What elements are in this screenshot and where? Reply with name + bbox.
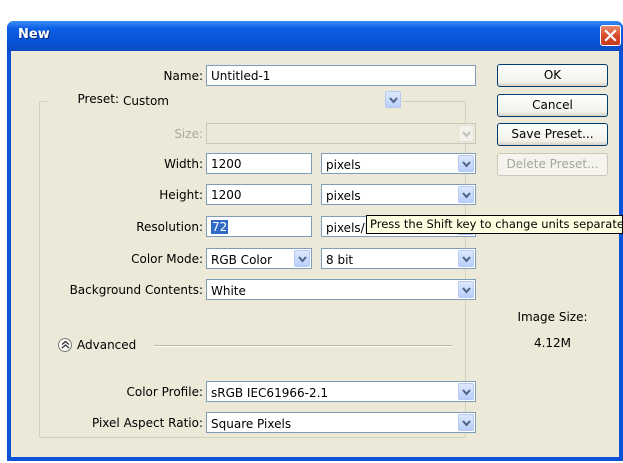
width-unit-dropdown[interactable]: pixels (321, 153, 476, 174)
ok-button[interactable]: OK (497, 64, 608, 87)
image-size-value: 4.12M (533, 336, 572, 350)
image-size-label: Image Size: (517, 310, 588, 324)
pixel-aspect-ratio-dropdown[interactable]: Square Pixels (206, 412, 476, 433)
delete-preset-button: Delete Preset... (497, 153, 608, 176)
preset-dropdown-button[interactable] (385, 91, 401, 108)
name-value: Untitled-1 (211, 69, 271, 83)
size-dropdown-button (458, 125, 474, 142)
background-contents-dropdown[interactable]: White (206, 279, 476, 300)
height-unit-dropdown-button[interactable] (458, 186, 474, 203)
chevron-down-icon (462, 131, 471, 138)
units-tooltip: Press the Shift key to change units sepa… (366, 215, 623, 234)
chevron-down-icon (462, 256, 471, 263)
collapse-up-icon (61, 340, 70, 349)
new-document-dialog: New Name: Untitled-1 Preset: Custom Size… (7, 21, 623, 461)
chevron-down-icon (462, 192, 471, 199)
color-mode-value: RGB Color (211, 253, 273, 267)
height-label: Height: (159, 188, 203, 202)
dialog-body: Name: Untitled-1 Preset: Custom Size: Wi… (11, 51, 619, 457)
chevron-down-icon (462, 287, 471, 294)
advanced-toggle-button[interactable] (58, 338, 72, 352)
height-input[interactable]: 1200 (206, 184, 312, 205)
resolution-value: 72 (211, 220, 229, 234)
close-button[interactable] (600, 25, 621, 46)
height-unit-value: pixels (326, 189, 361, 203)
dialog-title: New (18, 27, 50, 42)
background-contents-label: Background Contents: (69, 283, 203, 297)
width-value: 1200 (211, 157, 242, 171)
color-mode-dropdown-button[interactable] (294, 250, 310, 267)
name-input[interactable]: Untitled-1 (206, 65, 476, 86)
chevron-down-icon (462, 389, 471, 396)
color-mode-dropdown[interactable]: RGB Color (206, 248, 312, 269)
preset-label: Preset: (47, 92, 123, 106)
chevron-down-icon (462, 420, 471, 427)
width-label: Width: (164, 157, 203, 171)
bit-depth-value: 8 bit (326, 253, 354, 267)
height-value: 1200 (211, 188, 242, 202)
bit-depth-dropdown-button[interactable] (458, 250, 474, 267)
advanced-label[interactable]: Advanced (77, 338, 136, 352)
width-unit-dropdown-button[interactable] (458, 155, 474, 172)
bit-depth-dropdown[interactable]: 8 bit (321, 248, 476, 269)
preset-value: Custom (123, 94, 169, 108)
name-label: Name: (163, 69, 203, 83)
chevron-down-icon (389, 97, 398, 104)
background-contents-dropdown-button[interactable] (458, 281, 474, 298)
color-profile-label: Color Profile: (126, 385, 204, 399)
color-profile-dropdown[interactable]: sRGB IEC61966-2.1 (206, 381, 476, 402)
resolution-label: Resolution: (136, 220, 203, 234)
color-profile-dropdown-button[interactable] (458, 383, 474, 400)
width-input[interactable]: 1200 (206, 153, 312, 174)
size-label: Size: (174, 127, 203, 141)
chevron-down-icon (298, 256, 307, 263)
background-contents-value: White (211, 284, 246, 298)
chevron-down-icon (462, 161, 471, 168)
save-preset-button[interactable]: Save Preset... (497, 123, 608, 146)
cancel-button[interactable]: Cancel (497, 94, 608, 117)
resolution-input[interactable]: 72 (206, 216, 312, 237)
pixel-aspect-ratio-value: Square Pixels (211, 417, 292, 431)
advanced-separator (154, 345, 452, 347)
close-icon (604, 29, 617, 42)
pixel-aspect-ratio-dropdown-button[interactable] (458, 414, 474, 431)
pixel-aspect-ratio-label: Pixel Aspect Ratio: (92, 416, 203, 430)
width-unit-value: pixels (326, 158, 361, 172)
color-mode-label: Color Mode: (131, 252, 203, 266)
size-dropdown (206, 123, 476, 144)
title-bar[interactable]: New (7, 21, 623, 51)
color-profile-value: sRGB IEC61966-2.1 (211, 386, 329, 400)
preset-dropdown[interactable]: Custom (119, 90, 402, 111)
height-unit-dropdown[interactable]: pixels (321, 184, 476, 205)
